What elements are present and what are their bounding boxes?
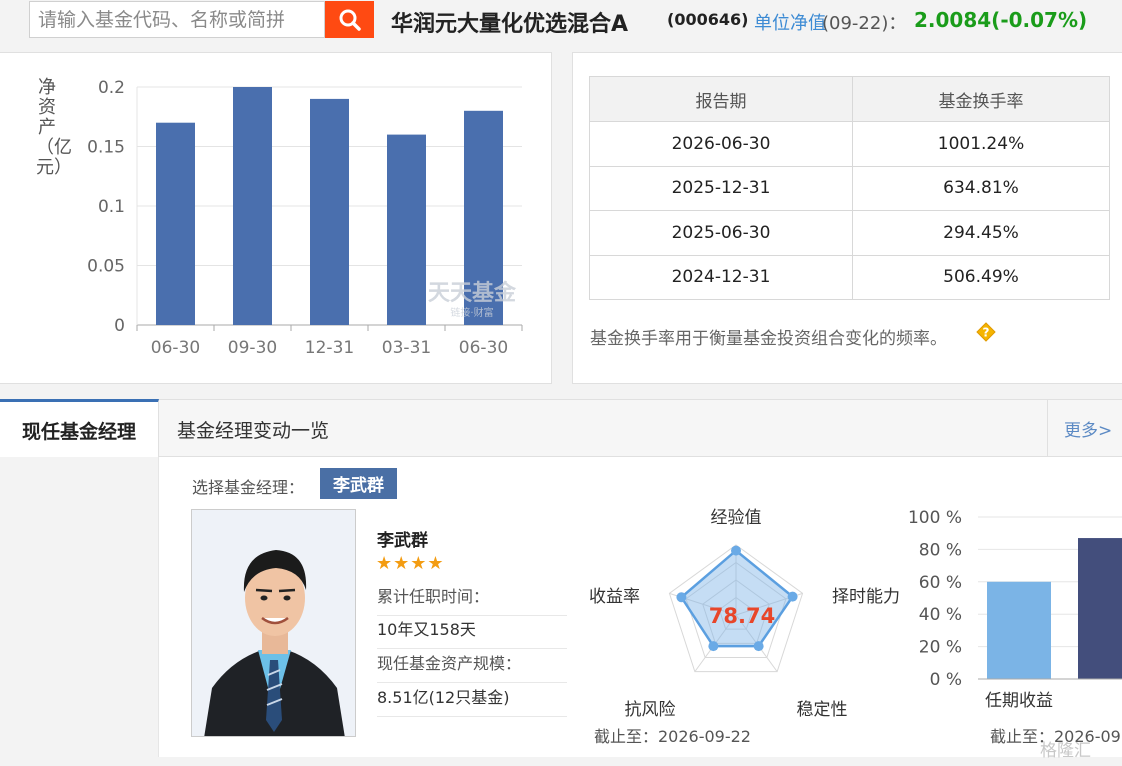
cell-rate: 294.45% [852,210,1110,256]
manager-portrait [192,510,355,736]
manager-select-chip[interactable]: 李武群 [320,468,397,499]
tab-current-manager[interactable]: 现任基金经理 [0,399,159,458]
cell-rate: 634.81% [852,165,1110,211]
x-tick-label: 任期收益 [985,691,1053,711]
manager-rating-stars: ★★★★ [376,553,445,574]
cell-period: 2025-12-31 [589,165,853,211]
radar-axis-label: 收益率 [589,587,640,607]
nav-date: (09-22)： [822,13,907,34]
radar-value-area [679,548,795,648]
manager-radar-chart: 经验值择时能力稳定性 抗风险 收益率 78.74 [589,508,900,720]
fund-code: (000646) [667,10,749,29]
turnover-table: 报告期 基金换手率 2026-06-30 1001.24% 2025-12-31… [589,76,1110,300]
table-row: 2026-06-30 1001.24% [589,121,1110,167]
y-tick-label: 60 % [919,573,962,593]
y-tick-label: 0.05 [87,257,125,277]
header-report-period: 报告期 [589,76,853,122]
y-tick-label: 0.1 [98,197,125,217]
return-bar-chart: 0 % 20 % 40 % 60 % 80 % 100 % 任期收益 [908,508,1122,711]
manager-tabs-bar: 现任基金经理 基金经理变动一览 更多> [0,399,1122,458]
x-tick-label: 12-31 [305,338,354,358]
asset-scale-value: 8.51亿(12只基金) [377,683,567,717]
tenure-label-text: 累计任职时间： [377,587,490,606]
radar-score: 78.74 [709,604,775,628]
asset-scale-label-text: 现任基金资产规模： [377,654,522,673]
manager-photo [191,509,356,737]
nav-value: 2.0084(-0.07%) [914,8,1088,32]
x-tick-label: 06-30 [459,338,508,358]
asset-scale-label: 现任基金资产规模： [377,649,567,683]
radar-point[interactable] [787,591,798,602]
chart-watermark: 天天基金 [428,280,517,306]
cell-rate: 1001.24% [852,121,1110,167]
asset-scale-value-text: 8.51亿(12只基金) [377,688,510,707]
cell-period: 2024-12-31 [589,254,853,300]
nav-label-link[interactable]: 单位净值 [754,9,826,35]
manager-left-gutter [0,457,159,757]
y-tick-label: 80 % [919,540,962,560]
y-tick-label: 0.15 [87,138,125,158]
y-tick-label: 20 % [919,638,962,658]
table-row: 2025-06-30 294.45% [589,210,1110,256]
return-bar[interactable] [987,581,1051,679]
radar-point[interactable] [708,641,719,652]
cell-period: 2026-06-30 [589,121,853,167]
y-tick-label: 0 % [930,670,962,690]
manager-name: 李武群 [377,531,428,551]
x-tick-label: 06-30 [151,338,200,358]
footer-watermark: 格隆汇 [1040,741,1091,761]
select-manager-label: 选择基金经理： [192,478,305,497]
svg-text:?: ? [983,326,990,340]
radar-point[interactable] [753,641,764,652]
turnover-note: 基金换手率用于衡量基金投资组合变化的频率。 [590,329,947,349]
y-tick-label: 100 % [908,508,962,528]
x-tick-label: 09-30 [228,338,277,358]
asset-bar[interactable] [233,87,272,325]
radar-point[interactable] [731,545,741,556]
radar-axis-label: 经验值 [711,508,762,528]
table-row: 2025-12-31 634.81% [589,165,1110,211]
table-row: 2024-12-31 506.49% [589,254,1110,300]
cell-rate: 506.49% [852,254,1110,300]
y-tick-label: 0 [114,316,125,336]
tenure-label: 累计任职时间： [377,582,567,616]
y-tick-label: 0.2 [98,78,125,98]
tenure-value-text: 10年又158天 [377,620,476,639]
radar-caption: 截止至：2026-09-22 [594,727,751,746]
asset-bar[interactable] [156,122,195,325]
chart-watermark-sub: 链接·财富 [450,306,493,319]
asset-bar-chart: 0 0.05 0.1 0.15 0.2 06-30 09-30 12-31 03-31 06-30… [87,78,523,358]
radar-axis-label: 择时能力 [832,587,900,607]
help-icon[interactable]: ? [976,322,996,342]
cell-period: 2025-06-30 [589,210,853,256]
more-link[interactable]: 更多> [1047,400,1122,456]
return-bar[interactable] [1078,538,1122,679]
asset-bar[interactable] [387,134,426,325]
y-tick-label: 40 % [919,605,962,625]
radar-axis-label: 稳定性 [797,700,848,720]
tenure-value: 10年又158天 [377,615,567,649]
table-header-row: 报告期 基金换手率 [589,76,1110,122]
radar-point[interactable] [676,592,687,603]
header-turnover-rate: 基金换手率 [852,76,1110,122]
x-tick-label: 03-31 [382,338,431,358]
asset-bar[interactable] [310,98,349,326]
radar-axis-label: 抗风险 [625,700,676,720]
tab-manager-changes[interactable]: 基金经理变动一览 [177,416,329,443]
